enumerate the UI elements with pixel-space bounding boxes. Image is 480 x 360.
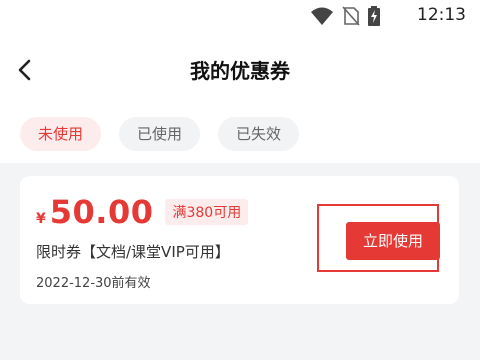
coupon-amount-row: ¥ 50.00 满380可用 <box>36 193 249 231</box>
status-icons <box>310 6 380 26</box>
coupon-amount: 50.00 <box>49 193 154 231</box>
coupon-name: 限时券【文档/课堂VIP可用】 <box>36 243 230 261</box>
status-time: 12:13 <box>417 5 466 25</box>
status-bar: 12:13 <box>0 0 480 32</box>
tab-unused[interactable]: 未使用 <box>20 117 102 151</box>
coupon-status-tabs: 未使用 已使用 已失效 <box>20 117 300 151</box>
tab-expired[interactable]: 已失效 <box>218 117 300 151</box>
coupon-condition-badge: 满380可用 <box>165 199 249 225</box>
wifi-icon <box>311 7 333 25</box>
use-now-button[interactable]: 立即使用 <box>346 222 440 260</box>
currency-symbol: ¥ <box>36 211 46 227</box>
battery-charging-icon <box>368 6 380 26</box>
page-title: 我的优惠券 <box>190 59 290 83</box>
header-bar: 我的优惠券 <box>0 36 480 106</box>
coupon-expiry: 2022-12-30前有效 <box>36 276 151 291</box>
tab-used[interactable]: 已使用 <box>119 117 201 151</box>
no-sim-icon <box>342 6 360 26</box>
